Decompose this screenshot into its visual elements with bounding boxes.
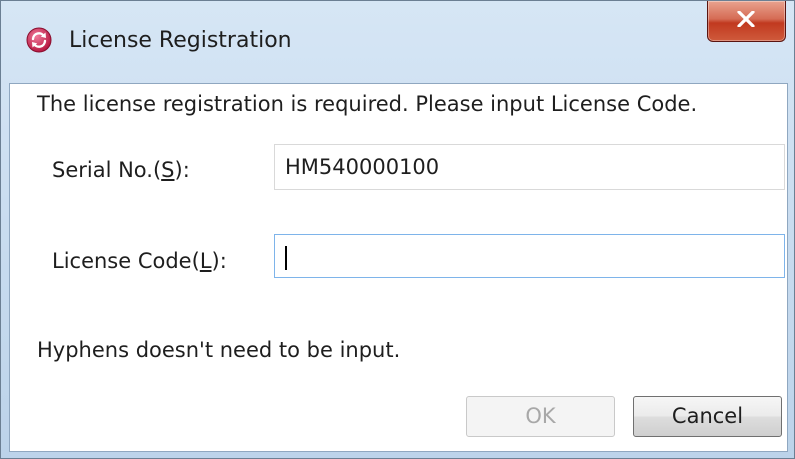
serial-number-label: Serial No.(S): [52,157,190,183]
license-code-label: License Code(L): [52,248,227,274]
license-label-mnemonic: L [199,249,212,273]
close-x-icon [737,11,755,27]
license-label-suffix: ): [211,249,227,273]
title-bar[interactable]: License Registration [1,1,794,83]
cancel-button[interactable]: Cancel [633,396,782,437]
ok-button[interactable]: OK [466,396,615,437]
hyphen-hint: Hyphens doesn't need to be input. [37,338,401,362]
license-label-prefix: License Code( [52,249,200,273]
refresh-cycle-icon [26,27,52,53]
close-button[interactable] [707,1,786,42]
text-caret [285,246,287,270]
window-title: License Registration [69,28,292,53]
license-registration-window: License Registration The license registr… [0,0,795,459]
license-code-input[interactable] [274,234,785,278]
serial-label-suffix: ): [174,158,190,182]
serial-label-prefix: Serial No.( [52,158,162,182]
serial-label-mnemonic: S [161,158,175,182]
serial-number-field[interactable]: HM540000100 [274,144,785,190]
dialog-body: The license registration is required. Pl… [9,83,788,452]
instruction-message: The license registration is required. Pl… [37,92,698,116]
serial-number-value: HM540000100 [285,155,440,179]
